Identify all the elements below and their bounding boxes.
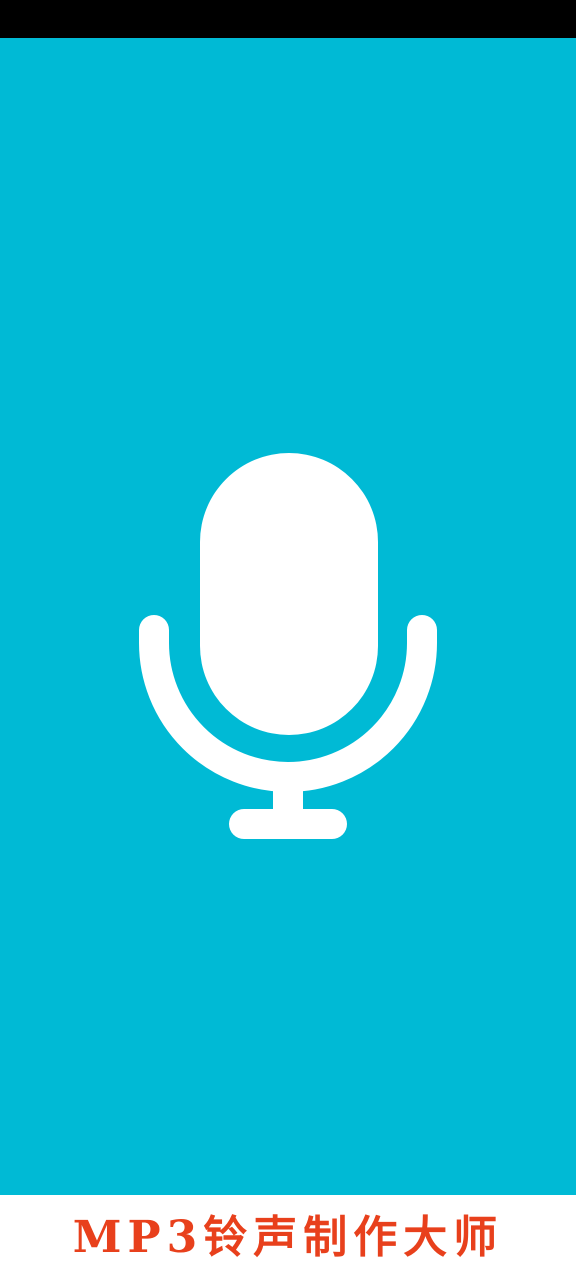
status-bar bbox=[0, 0, 576, 38]
microphone-icon bbox=[139, 453, 437, 839]
splash-screen: MP3铃声制作大师 bbox=[0, 0, 576, 1280]
footer: MP3铃声制作大师 bbox=[0, 1195, 576, 1280]
splash-area bbox=[0, 38, 576, 1195]
app-name: MP3铃声制作大师 bbox=[72, 1211, 504, 1263]
